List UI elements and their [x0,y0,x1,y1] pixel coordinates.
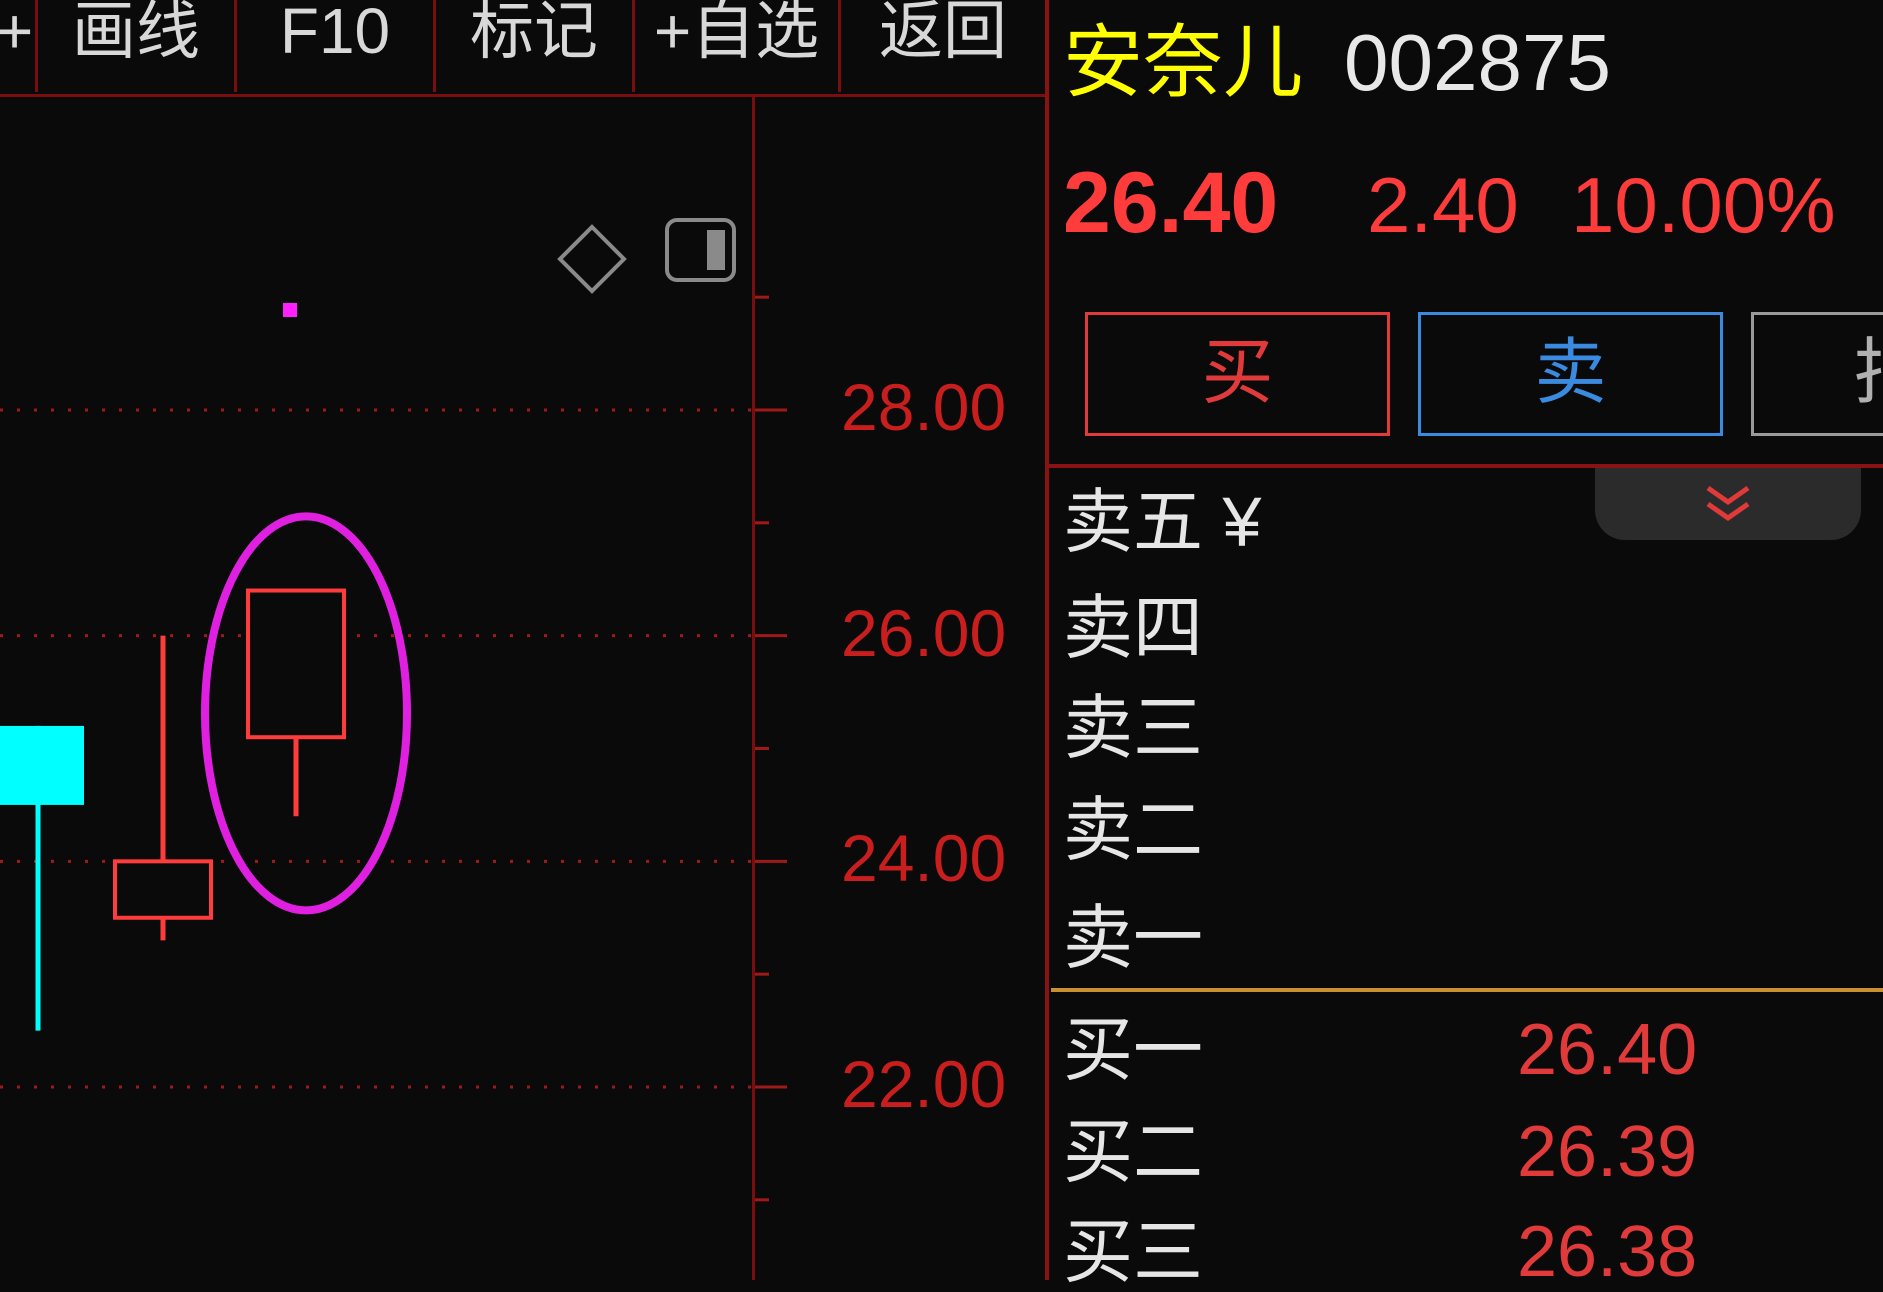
price-axis-label: 24.00 [841,821,1007,896]
price-axis-label: 28.00 [841,370,1007,444]
price-change-percent: 10.00% [1571,161,1836,249]
panel-toggle-icon[interactable] [665,218,736,282]
mark-button[interactable]: 标记 [436,0,635,92]
draw-line-button[interactable]: 画线 [38,0,237,92]
third-trade-button[interactable]: 拍 [1751,312,1883,436]
sell-button[interactable]: 卖 [1418,312,1723,436]
stock-name: 安奈儿 [1063,18,1303,107]
bid-ask-divider [1051,988,1883,992]
price-axis: 28.00 26.00 24.00 22.00 [755,96,1045,1280]
candle-body-2 [246,588,346,740]
ask-level-3-label: 卖三 [1063,689,1203,767]
buy-button[interactable]: 买 [1085,312,1390,436]
candlestick-chart[interactable] [0,96,752,1280]
bid-level-2-price: 26.39 [1517,1112,1698,1192]
candle-body-1 [113,859,213,920]
diamond-icon[interactable] [557,224,627,294]
price-axis-label: 22.00 [841,1047,1007,1121]
ask-level-5-label: 卖五 ¥ [1063,483,1262,561]
last-price: 26.40 [1063,155,1279,251]
quote-panel: 安奈儿 002875 26.40 2.40 10.00% 买 卖 拍 卖五 ¥ … [1049,0,1883,1292]
bid-level-3-label: 买三 [1063,1213,1203,1291]
collapse-tab[interactable] [1595,468,1861,540]
bid-level-1-price: 26.40 [1517,1010,1698,1090]
signal-marker [283,303,297,317]
bid-level-2-label: 买二 [1063,1113,1203,1191]
bid-level-3-price: 26.38 [1517,1212,1698,1292]
ask-level-1-label: 卖一 [1063,899,1203,977]
chart-toolbar: + 画线 F10 标记 +自选 返回 [0,0,1045,97]
toolbar-button-partial[interactable]: + [0,0,38,92]
f10-button[interactable]: F10 [237,0,436,92]
bid-level-1-label: 买一 [1063,1011,1203,1089]
add-watchlist-button[interactable]: +自选 [635,0,841,92]
price-change: 2.40 [1367,161,1519,249]
stock-code: 002875 [1344,18,1611,107]
price-axis-label: 26.00 [841,595,1007,670]
ask-level-2-label: 卖二 [1063,791,1203,869]
chart-canvas [0,218,752,1089]
chevron-double-down-icon [1706,485,1750,522]
ask-level-4-label: 卖四 [1063,589,1203,667]
back-button[interactable]: 返回 [841,0,1045,92]
candle-body-0 [0,725,84,805]
